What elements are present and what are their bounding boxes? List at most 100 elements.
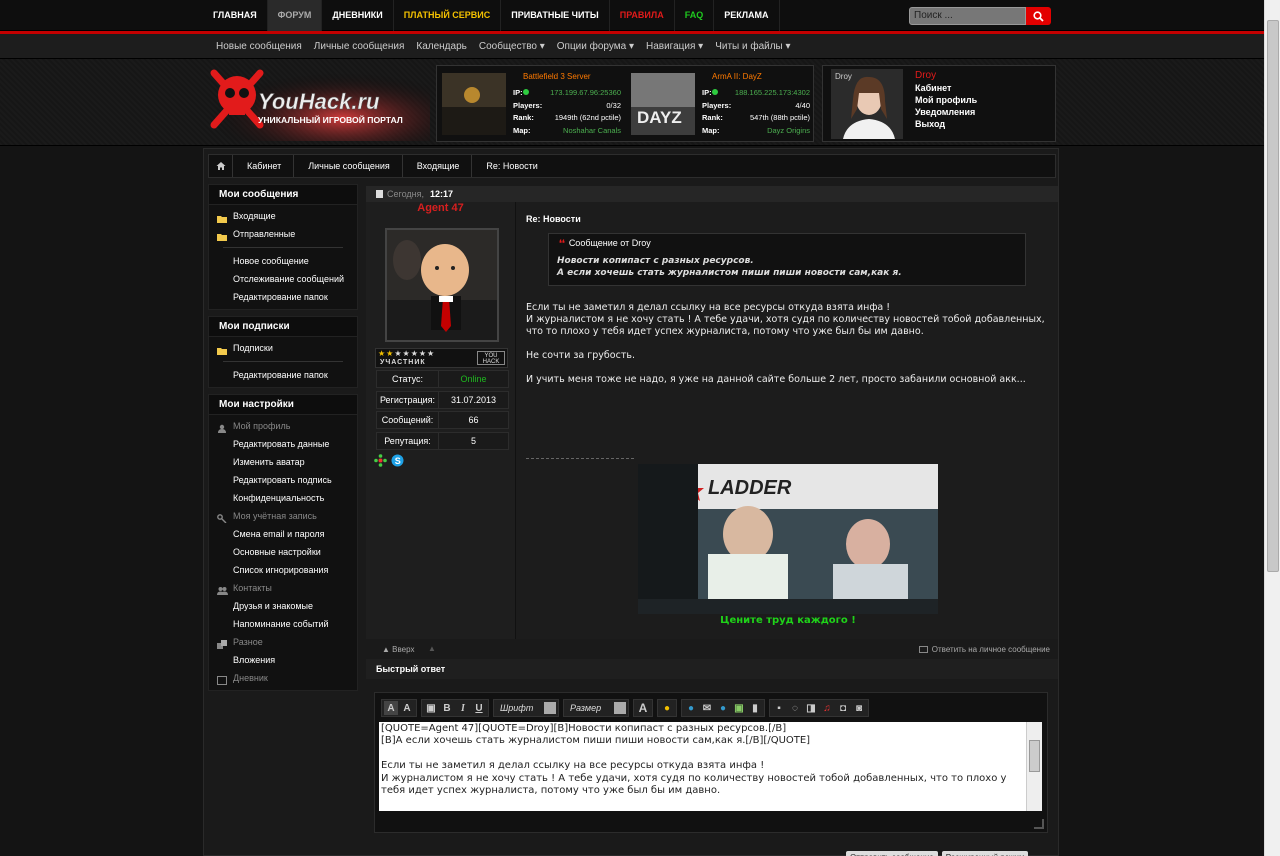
sidebar-link[interactable]: Отслеживание сообщений (209, 270, 357, 288)
user-panel: Droy Droy Кабинет Мой профиль Уведомления В… (822, 65, 1056, 142)
remove-format-icon[interactable]: A (384, 701, 398, 715)
breadcrumb-item[interactable]: Кабинет (233, 155, 295, 177)
nav-link[interactable]: FAQ (675, 0, 715, 31)
sidebar-link[interactable]: Друзья и знакомые (209, 597, 357, 615)
smiley-icon[interactable]: ● (660, 701, 674, 715)
skull-logo-icon: YouHack.ru УНИКАЛЬНЫЙ ИГРОВОЙ ПОРТАЛ (210, 65, 430, 141)
code-icon[interactable]: ◙ (852, 701, 866, 715)
sidebar-link[interactable]: Напоминание событий (209, 615, 357, 633)
user-avatar[interactable]: Droy (831, 69, 903, 139)
home-icon[interactable] (209, 155, 233, 177)
paste-icon[interactable]: ▣ (424, 701, 438, 715)
bold-icon[interactable]: B (440, 701, 454, 715)
author-avatar[interactable] (385, 228, 499, 342)
hide-icon[interactable]: ◌ (788, 701, 802, 715)
sidebar-item-label: Напоминание событий (233, 619, 329, 629)
attach-icon[interactable]: ▮ (748, 701, 762, 715)
subnav-item[interactable]: Читы и файлы ▾ (709, 34, 796, 59)
email-icon[interactable]: ✉ (700, 701, 714, 715)
sidebar-item-label: Изменить аватар (233, 457, 305, 467)
sidebar-link[interactable]: Подписки (209, 339, 357, 357)
sidebar-link[interactable]: Основные настройки (209, 543, 357, 561)
server-name[interactable]: ArmA II: DayZ (712, 72, 762, 81)
music-icon[interactable]: ♫ (820, 701, 834, 715)
resize-handle-icon[interactable] (1034, 819, 1044, 829)
logo-text: YouHack.ru (258, 89, 380, 114)
stat-label: Players: (702, 100, 732, 110)
nav-link[interactable]: ГЛАВНАЯ (203, 0, 268, 31)
breadcrumb-item[interactable]: Личные сообщения (294, 155, 403, 177)
server-stat-row: IP: 188.165.225.173:4302 (702, 88, 810, 97)
link-icon[interactable]: ● (684, 701, 698, 715)
breadcrumb-item[interactable]: Входящие (403, 155, 473, 177)
quote-icon[interactable]: ▪ (772, 701, 786, 715)
back-to-top-link[interactable]: ▲ Вверх (382, 645, 414, 654)
scrollbar-thumb[interactable] (1267, 20, 1279, 572)
image-icon[interactable]: ▣ (732, 701, 746, 715)
reply-textarea[interactable]: [QUOTE=Agent 47][QUOTE=Droy][B]Новости к… (379, 722, 1042, 811)
switch-mode-icon[interactable]: A (400, 701, 414, 715)
page-scrollbar[interactable] (1264, 0, 1280, 856)
sidebar-link[interactable]: Редактировать данные (209, 435, 357, 453)
nav-link[interactable]: ПЛАТНЫЙ СЕРВИС (394, 0, 502, 31)
sidebar-link[interactable]: Конфиденциальность (209, 489, 357, 507)
size-select[interactable]: Размер (563, 699, 629, 717)
sidebar-link[interactable]: Смена email и пароля (209, 525, 357, 543)
unlink-icon[interactable]: ● (716, 701, 730, 715)
star-icon: ★ (386, 349, 394, 358)
nav-link[interactable]: ДНЕВНИКИ (322, 0, 394, 31)
reply-pm-link[interactable]: Ответить на личное сообщение (918, 645, 1050, 654)
sidebar-item-label: Новое сообщение (233, 256, 309, 266)
video-icon[interactable]: ◘ (836, 701, 850, 715)
post-date: Сегодня, (387, 189, 424, 199)
search-input[interactable]: Поиск ... (909, 7, 1026, 25)
subnav-item[interactable]: Календарь (410, 34, 472, 59)
sidebar-link[interactable]: Отправленные (209, 225, 357, 243)
subnav-item[interactable]: Опции форума ▾ (551, 34, 640, 59)
sidebar-item-label: Список игнорирования (233, 565, 329, 575)
skype-icon[interactable]: S (391, 454, 404, 467)
user-link[interactable]: Кабинет (915, 83, 951, 93)
sidebar-link[interactable]: Редактирование папок (209, 288, 357, 306)
subnav-item[interactable]: Новые сообщения (210, 34, 308, 59)
italic-icon[interactable]: I (456, 701, 470, 715)
sidebar-section-label: Мой профиль (209, 417, 357, 435)
author-stat-row: Статус: Online (376, 370, 509, 388)
nav-link[interactable]: РЕКЛАМА (714, 0, 780, 31)
star-icon: ★ (410, 349, 418, 358)
font-select[interactable]: Шрифт (493, 699, 559, 717)
search-button[interactable] (1026, 7, 1051, 25)
text-color-icon[interactable]: A (636, 701, 650, 715)
subnav-item[interactable]: Личные сообщения (308, 34, 411, 59)
sidebar-link[interactable]: Входящие (209, 207, 357, 225)
nav-link[interactable]: ФОРУМ (267, 0, 323, 31)
icq-icon[interactable] (374, 454, 387, 467)
sidebar-link[interactable]: Редактирование папок (209, 366, 357, 384)
user-name[interactable]: Droy (915, 70, 936, 81)
site-logo[interactable]: YouHack.ru УНИКАЛЬНЫЙ ИГРОВОЙ ПОРТАЛ (210, 65, 430, 141)
server-name[interactable]: Battlefield 3 Server (523, 72, 591, 81)
sidebar-link[interactable]: Новое сообщение (209, 252, 357, 270)
user-link[interactable]: Уведомления (915, 107, 975, 117)
sidebar-link[interactable]: Изменить аватар (209, 453, 357, 471)
warning-icon[interactable]: ▲ (428, 644, 436, 653)
editor-submit-button[interactable]: Отправить сообщение (846, 851, 938, 856)
subnav-item[interactable]: Навигация ▾ (640, 34, 709, 59)
sidebar-link[interactable]: Список игнорирования (209, 561, 357, 579)
sidebar-block: Мои настройки Мой профиль Редактировать да… (208, 394, 358, 691)
spoiler-icon[interactable]: ◨ (804, 701, 818, 715)
nav-link[interactable]: ПРАВИЛА (610, 0, 675, 31)
author-name[interactable]: Agent 47 (366, 202, 515, 214)
sidebar-link[interactable]: Вложения (209, 651, 357, 669)
textarea-scrollbar[interactable] (1026, 722, 1042, 811)
private-message-post: Сегодня, 12:17 Agent 47 ★ ★ ★ ★ ★ ★ ★ УЧАСТНИК … (366, 186, 1058, 639)
editor-submit-button[interactable]: Расширенный режим (941, 851, 1029, 856)
user-link[interactable]: Мой профиль (915, 95, 977, 105)
subnav-item[interactable]: Сообщество ▾ (473, 34, 551, 59)
user-link[interactable]: Выход (915, 119, 945, 129)
sidebar-link[interactable]: Редактировать подпись (209, 471, 357, 489)
stat-value: 1949th (62nd pctile) (554, 113, 621, 122)
nav-link[interactable]: ПРИВАТНЫЕ ЧИТЫ (501, 0, 610, 31)
author-stat-label: Регистрация: (377, 391, 439, 408)
underline-icon[interactable]: U (472, 701, 486, 715)
